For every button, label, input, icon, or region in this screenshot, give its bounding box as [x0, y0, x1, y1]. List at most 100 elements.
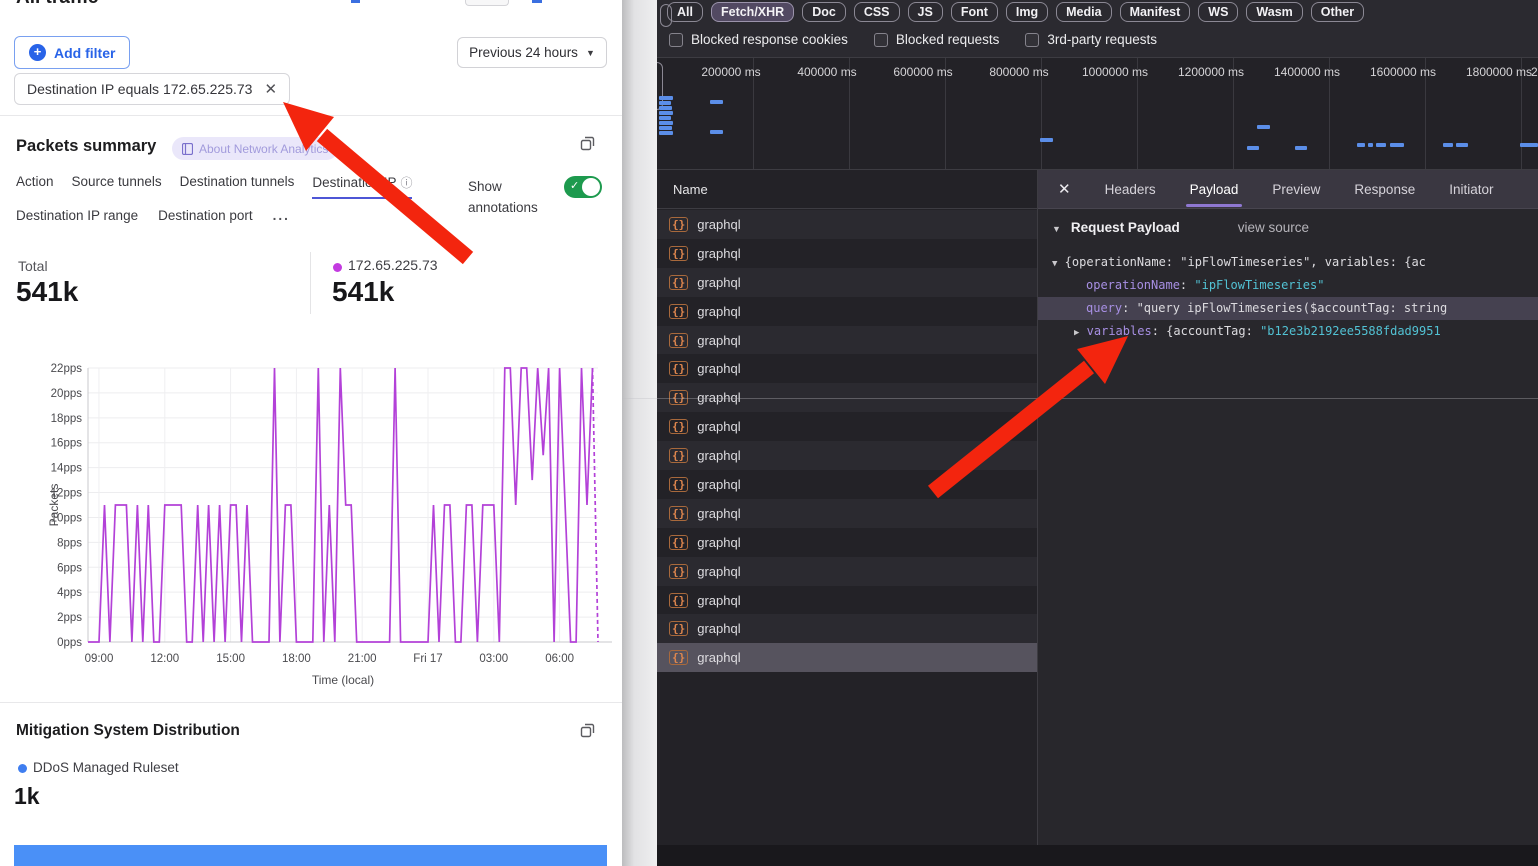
timeline-tick-label: 1200000 ms — [1178, 65, 1244, 79]
checkbox-3rd-party-requests[interactable]: 3rd-party requests — [1025, 32, 1157, 47]
about-network-analytics-badge[interactable]: About Network Analytics — [172, 137, 338, 160]
checkbox-blocked-response-cookies[interactable]: Blocked response cookies — [669, 32, 848, 47]
request-timing-mark — [659, 106, 672, 110]
packets-series-line — [88, 368, 593, 642]
close-icon[interactable]: ✕ — [1058, 180, 1071, 198]
filter-pill-fetch-xhr[interactable]: Fetch/XHR — [711, 2, 794, 22]
packets-summary-title: Packets summary — [16, 137, 156, 156]
filter-pill-font[interactable]: Font — [951, 2, 998, 22]
filter-pill-manifest[interactable]: Manifest — [1120, 2, 1191, 22]
show-annotations-toggle[interactable]: ✓ — [564, 176, 602, 198]
x-tick-label: 12:00 — [150, 653, 179, 665]
request-row[interactable]: {}graphql — [657, 268, 1037, 297]
timeline-tick-label: 800000 ms — [989, 65, 1048, 79]
filter-chip[interactable]: Destination IP equals 172.65.225.73 ✕ — [14, 73, 290, 105]
payload-query-line[interactable]: query: "query ipFlowTimeseries($accountT… — [1038, 297, 1538, 320]
request-row[interactable]: {} graphql — [657, 354, 1037, 383]
tab-source-tunnels[interactable]: Source tunnels — [72, 174, 162, 199]
y-axis-title: Packets — [47, 484, 61, 527]
filter-pill-css[interactable]: CSS — [854, 2, 900, 22]
filter-pill-js[interactable]: JS — [908, 2, 943, 22]
popout-icon[interactable] — [580, 723, 595, 738]
json-braces-icon: {} — [669, 361, 688, 376]
json-braces-icon: {} — [669, 419, 688, 434]
background-window-edge — [622, 398, 1538, 399]
request-row[interactable]: {}graphql — [657, 528, 1037, 557]
popout-icon[interactable] — [580, 136, 595, 151]
detail-tab-headers[interactable]: Headers — [1105, 170, 1156, 208]
tab-destination-ip[interactable]: Destination IPⓘ — [312, 174, 412, 199]
view-source-link[interactable]: view source — [1238, 220, 1309, 235]
toggle-knob — [582, 178, 600, 196]
divider — [0, 115, 622, 116]
request-row[interactable]: {}graphql — [657, 614, 1037, 643]
payload-summary-line[interactable]: ▼ {operationName: "ipFlowTimeseries", va… — [1038, 251, 1538, 274]
detail-tabstrip: ✕ Headers Payload Preview Response Initiator — [1038, 170, 1538, 209]
request-row[interactable]: {}graphql — [657, 239, 1037, 268]
triangle-right-icon[interactable]: ▶ — [1074, 328, 1079, 338]
book-icon — [182, 143, 193, 155]
y-tick-label: 16pps — [51, 438, 83, 450]
y-tick-label: 2pps — [57, 612, 82, 624]
tab-destination-ip-range[interactable]: Destination IP range — [16, 208, 138, 223]
stat-ip-label: 172.65.225.73 — [348, 257, 438, 273]
filter-pill-other[interactable]: Other — [1311, 2, 1364, 22]
request-timing-mark — [1390, 143, 1404, 147]
detail-tab-payload[interactable]: Payload — [1190, 170, 1239, 208]
request-row[interactable]: {}graphql — [657, 557, 1037, 586]
filter-pill-all[interactable]: All — [667, 2, 703, 22]
request-row[interactable]: {}graphql — [657, 470, 1037, 499]
checkbox-label: Blocked response cookies — [691, 32, 848, 47]
name-column-header[interactable]: Name — [657, 170, 1037, 209]
detail-tab-response[interactable]: Response — [1354, 170, 1415, 208]
request-timing-mark — [1295, 146, 1307, 150]
filter-pill-media[interactable]: Media — [1056, 2, 1111, 22]
request-timing-mark — [1357, 143, 1365, 147]
checkbox-label: Blocked requests — [896, 32, 1000, 47]
divider — [0, 702, 622, 703]
y-tick-label: 18pps — [51, 413, 83, 425]
checkbox-label: 3rd-party requests — [1047, 32, 1157, 47]
tab-destination-port[interactable]: Destination port — [158, 208, 253, 223]
timeline-tick-label: 400000 ms — [797, 65, 856, 79]
filter-pill-doc[interactable]: Doc — [802, 2, 846, 22]
filter-pill-img[interactable]: Img — [1006, 2, 1048, 22]
tab-action[interactable]: Action — [16, 174, 54, 199]
add-filter-button[interactable]: + Add filter — [14, 36, 130, 69]
request-row[interactable]: {}graphql — [657, 210, 1037, 239]
filter-pill-ws[interactable]: WS — [1198, 2, 1238, 22]
request-timing-mark — [710, 100, 723, 104]
request-row[interactable]: {}graphql — [657, 586, 1037, 615]
request-timing-mark — [1520, 143, 1538, 147]
triangle-down-icon[interactable]: ▼ — [1052, 224, 1061, 234]
time-range-dropdown[interactable]: Previous 24 hours ▼ — [457, 37, 607, 68]
filter-pill-wasm[interactable]: Wasm — [1246, 2, 1302, 22]
request-row[interactable]: {}graphql — [657, 643, 1037, 672]
request-timing-mark — [1456, 143, 1468, 147]
request-type-filters: All Fetch/XHR Doc CSS JS Font Img Media Manifest… — [667, 2, 1364, 22]
check-icon: ✓ — [570, 179, 579, 192]
checkbox-icon — [874, 33, 888, 47]
request-timing-mark — [710, 130, 723, 134]
request-row[interactable]: {}graphql — [657, 441, 1037, 470]
remove-filter-icon[interactable]: ✕ — [264, 80, 277, 98]
request-row[interactable]: {}graphql — [657, 499, 1037, 528]
request-name: graphql — [697, 361, 740, 376]
devtools-network-panel: All Fetch/XHR Doc CSS JS Font Img Media Manifest… — [657, 0, 1538, 866]
request-row[interactable]: {}graphql — [657, 297, 1037, 326]
payload-variables-line[interactable]: ▶ variables: {accountTag: "b12e3b2192ee5… — [1038, 320, 1538, 343]
triangle-down-icon: ▼ — [1052, 259, 1057, 269]
request-timing-mark — [659, 111, 673, 115]
checkbox-blocked-requests[interactable]: Blocked requests — [874, 32, 1000, 47]
tabs-overflow-button[interactable]: ... — [273, 208, 290, 223]
devtools-bottom-bar — [657, 845, 1538, 866]
request-row[interactable]: {}graphql — [657, 326, 1037, 355]
detail-tab-initiator[interactable]: Initiator — [1449, 170, 1493, 208]
detail-tab-preview[interactable]: Preview — [1272, 170, 1320, 208]
network-overview-timeline[interactable]: 200000 ms400000 ms600000 ms800000 ms1000… — [657, 58, 1538, 170]
request-name: graphql — [697, 217, 740, 232]
tab-destination-tunnels[interactable]: Destination tunnels — [180, 174, 295, 199]
request-row[interactable]: {}graphql — [657, 412, 1037, 441]
json-braces-icon: {} — [669, 650, 688, 665]
request-timing-mark — [1257, 125, 1270, 129]
